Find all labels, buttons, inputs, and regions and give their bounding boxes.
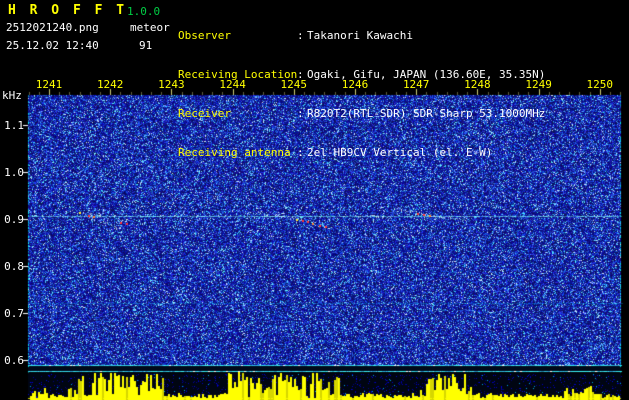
info-row-observer: Observer: Takanori Kawachi xyxy=(178,29,545,42)
time-label-1246: 1246 xyxy=(339,78,371,91)
info-label: Observer xyxy=(178,29,297,42)
time-label-1248: 1248 xyxy=(461,78,493,91)
time-label-1243: 1243 xyxy=(155,78,187,91)
time-axis: 1241 1242 1243 1244 1245 1246 1247 1248 1249 1250 xyxy=(0,78,629,92)
freq-label-0.7: 0.7 xyxy=(0,307,24,320)
mode-label: meteor xyxy=(130,21,170,34)
info-label: Receiver xyxy=(178,107,297,120)
time-label-1250: 1250 xyxy=(584,78,616,91)
info-value: R820T2(RTL-SDR) SDR-Sharp 53.1000MHz xyxy=(307,107,545,120)
freq-label-0.6: 0.6 xyxy=(0,354,24,367)
time-label-1242: 1242 xyxy=(94,78,126,91)
time-label-1241: 1241 xyxy=(33,78,65,91)
echo-count: 91 xyxy=(139,39,152,52)
time-label-1245: 1245 xyxy=(278,78,310,91)
info-value: 2el-HB9CV Vertical (el. E-W) xyxy=(307,146,492,159)
info-separator: : xyxy=(297,107,307,120)
time-label-1249: 1249 xyxy=(523,78,555,91)
hrofft-spectrogram-screen: H R O F F T 1.0.0 2512021240.png meteor … xyxy=(0,0,629,400)
info-separator: : xyxy=(297,146,307,159)
time-label-1244: 1244 xyxy=(217,78,249,91)
freq-label-0.8: 0.8 xyxy=(0,260,24,273)
info-label: Receiving antenna xyxy=(178,146,297,159)
freq-label-0.9: 0.9 xyxy=(0,213,24,226)
freq-label-1.1: 1.1 xyxy=(0,119,24,132)
app-version: 1.0.0 xyxy=(127,5,160,18)
info-row-receiver: Receiver: R820T2(RTL-SDR) SDR-Sharp 53.10… xyxy=(178,107,545,120)
freq-axis: 1.1 1.0 0.9 0.8 0.7 0.6 xyxy=(0,0,26,400)
info-separator: : xyxy=(297,29,307,42)
station-info: Observer: Takanori Kawachi Receiving Loca… xyxy=(178,3,545,185)
info-value: Takanori Kawachi xyxy=(307,29,413,42)
time-label-1247: 1247 xyxy=(400,78,432,91)
freq-label-1.0: 1.0 xyxy=(0,166,24,179)
info-row-antenna: Receiving antenna:2el-HB9CV Vertical (el… xyxy=(178,146,545,159)
